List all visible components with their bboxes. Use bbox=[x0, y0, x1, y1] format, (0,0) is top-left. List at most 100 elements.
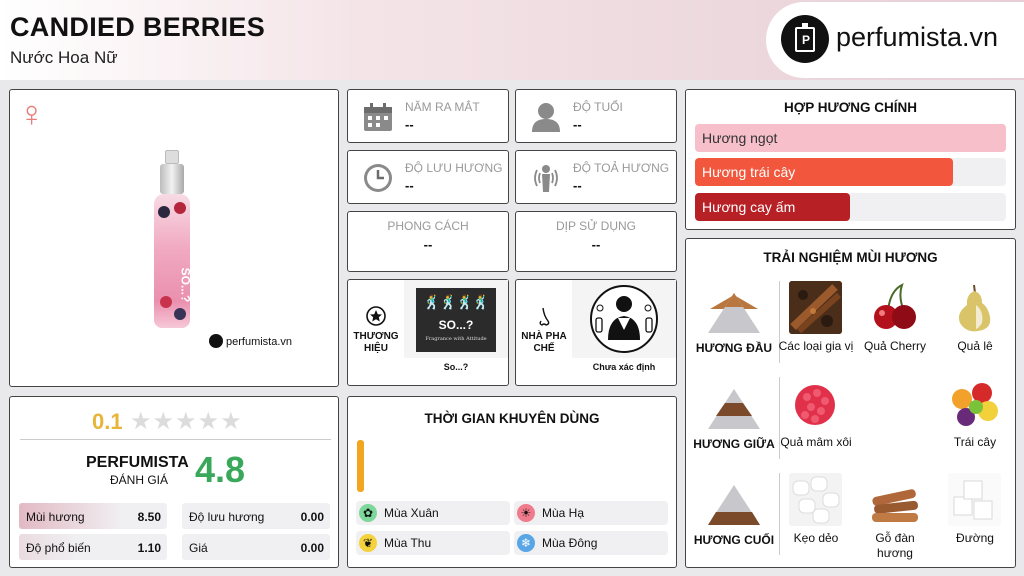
sillage-box: ĐỘ TOẢ HƯƠNG -- bbox=[515, 150, 677, 204]
season-autumn: ❦ Mùa Thu bbox=[356, 531, 510, 555]
age-label: ĐỘ TUỔI bbox=[573, 100, 623, 114]
rating-sub-label: ĐÁNH GIÁ bbox=[110, 473, 169, 487]
calendar-icon bbox=[364, 103, 392, 131]
perfumer-label: NHÀ PHA CHẾ bbox=[521, 331, 567, 354]
site-logo[interactable]: P perfumista.vn bbox=[766, 2, 1024, 78]
base-notes-pyramid-icon bbox=[708, 485, 760, 525]
release-year-box: NĂM RA MẮT -- bbox=[347, 89, 509, 143]
perfumer-name: Chưa xác định bbox=[592, 362, 656, 372]
perfume-bottle-logo-icon bbox=[209, 334, 223, 348]
occasion-box: DỊP SỬ DỤNG -- bbox=[515, 211, 677, 272]
season-bar-indicator bbox=[357, 440, 364, 492]
marshmallow-icon bbox=[789, 473, 842, 526]
rating-panel: 0.1 ★★★★★ PERFUMISTA ĐÁNH GIÁ 4.8 Mùi hư… bbox=[9, 396, 339, 568]
seasons-title: THỜI GIAN KHUYÊN DÙNG bbox=[424, 411, 600, 426]
main-accords-panel: HỢP HƯƠNG CHÍNH Hương ngọt Hương trái câ… bbox=[685, 89, 1016, 230]
release-year-value: -- bbox=[405, 117, 414, 132]
top-notes-label: HƯƠNG ĐẦU bbox=[695, 341, 773, 355]
star-icon[interactable]: ★ bbox=[198, 408, 221, 435]
star-rating[interactable]: ★★★★★ bbox=[130, 407, 243, 436]
brand-label: THƯƠNG HIỆU bbox=[353, 331, 399, 354]
note-name: Quả Cherry bbox=[863, 339, 927, 353]
note-name: Gỗ đàn hương bbox=[875, 531, 915, 560]
occasion-value: -- bbox=[591, 237, 601, 252]
snowflake-icon: ❄ bbox=[517, 534, 535, 552]
fruits-icon bbox=[948, 377, 1001, 430]
accord-bar: Hương trái cây bbox=[695, 158, 1006, 186]
perfumista-score: 4.8 bbox=[195, 449, 246, 490]
logo-text: perfumista.vn bbox=[836, 22, 999, 52]
longevity-label: ĐỘ LƯU HƯƠNG bbox=[405, 161, 503, 175]
perfumer-box: NHÀ PHA CHẾ Chưa xác định bbox=[515, 279, 677, 386]
middle-notes-pyramid-icon bbox=[708, 389, 760, 429]
cherry-icon bbox=[868, 281, 921, 334]
age-box: ĐỘ TUỔI -- bbox=[515, 89, 677, 143]
sillage-label: ĐỘ TOẢ HƯƠNG bbox=[573, 161, 670, 175]
pear-icon bbox=[948, 281, 1001, 334]
nose-icon bbox=[516, 306, 572, 334]
seasons-panel: THỜI GIAN KHUYÊN DÙNG ✿ Mùa Xuân ☀ Mùa H… bbox=[347, 396, 677, 568]
brand-logo-image: 🕺🕺🕺🕺 SO...? Fragrance with Attitude bbox=[404, 280, 508, 358]
star-icon[interactable]: ★ bbox=[130, 408, 153, 435]
metric-scent: Mùi hương 8.50 bbox=[19, 503, 167, 529]
middle-notes-label: HƯƠNG GIỮA bbox=[693, 437, 775, 451]
age-value: -- bbox=[573, 117, 582, 132]
product-image-card: ♀ SO...? perfumista.vn bbox=[9, 89, 339, 387]
occasion-label: DỊP SỬ DỤNG bbox=[555, 219, 637, 233]
accord-label: Hương ngọt bbox=[702, 130, 778, 146]
notes-title: TRẢI NGHIỆM MÙI HƯƠNG bbox=[763, 250, 938, 265]
page-title: CANDIED BERRIES bbox=[10, 12, 266, 42]
accords-title: HỢP HƯƠNG CHÍNH bbox=[784, 100, 917, 115]
raspberry-icon bbox=[789, 377, 842, 430]
brand-box[interactable]: THƯƠNG HIỆU 🕺🕺🕺🕺 SO...? Fragrance with A… bbox=[347, 279, 509, 386]
note-name: Các loại gia vị bbox=[778, 339, 854, 353]
note-name: Kẹo dẻo bbox=[793, 531, 839, 545]
note-name: Trái cây bbox=[953, 435, 997, 449]
metric-longevity: Độ lưu hương 0.00 bbox=[182, 503, 330, 529]
season-summer: ☀ Mùa Hạ bbox=[514, 501, 668, 525]
star-icon[interactable]: ★ bbox=[175, 408, 198, 435]
clock-icon bbox=[364, 164, 392, 192]
star-icon[interactable]: ★ bbox=[153, 408, 176, 435]
user-icon bbox=[532, 103, 560, 132]
bottle-brand-text: SO...? bbox=[178, 267, 193, 303]
star-icon[interactable]: ★ bbox=[220, 408, 243, 435]
sandalwood-icon bbox=[868, 473, 921, 526]
brand-name: So...? bbox=[443, 362, 469, 372]
perfume-bottle-logo-icon: P bbox=[781, 15, 829, 63]
user-score: 0.1 bbox=[92, 409, 123, 434]
brand-tagline: Fragrance with Attitude bbox=[425, 336, 487, 342]
spices-icon bbox=[789, 281, 842, 334]
metric-popularity: Độ phổ biến 1.10 bbox=[19, 534, 167, 560]
brand-logo-text: SO...? bbox=[438, 318, 474, 332]
sun-icon: ☀ bbox=[517, 504, 535, 522]
perfumer-image bbox=[572, 280, 676, 358]
season-spring: ✿ Mùa Xuân bbox=[356, 501, 510, 525]
flower-icon: ✿ bbox=[359, 504, 377, 522]
style-label: PHONG CÁCH bbox=[387, 219, 469, 233]
note-name: Đường bbox=[956, 531, 994, 545]
product-bottle-image: SO...? bbox=[152, 150, 192, 328]
perfumista-label: PERFUMISTA bbox=[86, 454, 189, 471]
image-watermark: perfumista.vn bbox=[209, 334, 292, 348]
accord-bar: Hương cay ấm bbox=[695, 193, 1006, 221]
sillage-value: -- bbox=[573, 178, 582, 193]
longevity-value: -- bbox=[405, 178, 414, 193]
longevity-box: ĐỘ LƯU HƯƠNG -- bbox=[347, 150, 509, 204]
season-winter: ❄ Mùa Đông bbox=[514, 531, 668, 555]
page-subtitle: Nước Hoa Nữ bbox=[10, 48, 118, 67]
scent-notes-panel: TRẢI NGHIỆM MÙI HƯƠNG HƯƠNG ĐẦU Các loại… bbox=[685, 238, 1016, 568]
leaf-icon: ❦ bbox=[359, 534, 377, 552]
aura-icon bbox=[534, 165, 558, 192]
metric-price: Giá 0.00 bbox=[182, 534, 330, 560]
page-header: CANDIED BERRIES Nước Hoa Nữ P perfumista… bbox=[0, 0, 1024, 80]
accord-bar: Hương ngọt bbox=[695, 124, 1006, 152]
style-value: -- bbox=[423, 237, 433, 252]
sugar-icon bbox=[948, 473, 1001, 526]
note-name: Quả lê bbox=[957, 339, 993, 353]
accord-label: Hương cay ấm bbox=[702, 199, 796, 215]
release-year-label: NĂM RA MẮT bbox=[405, 100, 480, 114]
style-box: PHONG CÁCH -- bbox=[347, 211, 509, 272]
female-symbol-icon: ♀ bbox=[18, 93, 45, 134]
note-name: Quả mâm xôi bbox=[780, 435, 852, 449]
